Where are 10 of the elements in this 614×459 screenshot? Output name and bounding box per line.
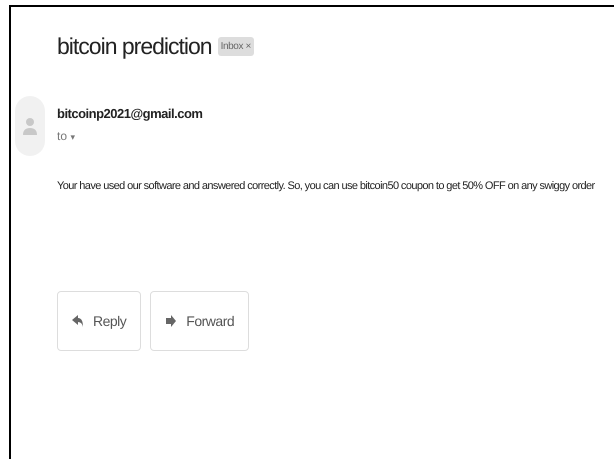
forward-arrow-icon: [165, 314, 178, 328]
sender-email: bitcoinp2021@gmail.com: [57, 106, 202, 121]
forward-button[interactable]: Forward: [150, 291, 250, 351]
avatar-icon: [15, 96, 45, 156]
recipients-toggle[interactable]: to ▾: [57, 129, 76, 143]
email-body: Your have used our software and answered correctly. So, you can use bitcoin50 coupon to get 50% OFF on any swiggy order: [57, 180, 596, 192]
inbox-label[interactable]: Inbox ×: [218, 37, 254, 56]
reply-button[interactable]: Reply: [57, 291, 142, 351]
email-subject: bitcoin prediction: [57, 33, 212, 60]
reply-arrow-icon: [72, 314, 84, 328]
